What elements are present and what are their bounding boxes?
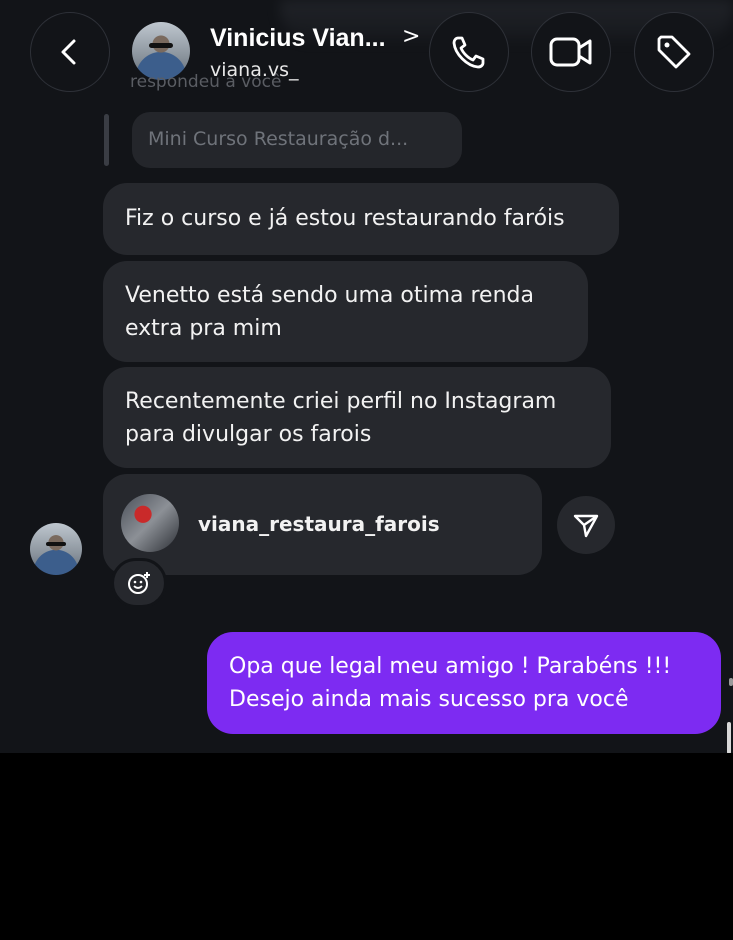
add-reaction-button[interactable] [111,558,167,608]
video-call-button[interactable] [531,12,611,92]
message-text: Opa que legal meu amigo ! Parabéns !!! [229,654,672,679]
message-text: para divulgar os farois [125,422,372,447]
video-camera-icon [549,37,592,67]
message-text: Fiz o curso e já estou restaurando farói… [125,206,565,231]
message-text: Venetto está sendo uma otima renda [125,283,534,308]
chat-area: Vinicius Vian... > viana.vs_ respondeu a… [0,0,733,753]
send-icon [573,514,599,538]
scrollbar-thumb[interactable] [727,722,731,753]
message-bubble[interactable]: Venetto está sendo uma otima renda extra… [103,261,588,362]
message-text: Recentemente criei perfil no Instagram [125,389,557,414]
phone-icon [452,36,485,69]
sent-message-bubble[interactable]: Opa que legal meu amigo ! Parabéns !!! D… [207,632,721,734]
tag-button[interactable] [634,12,714,92]
call-button[interactable] [429,12,509,92]
shared-profile-avatar [121,494,179,552]
chevron-left-icon [61,39,76,65]
reply-context-text: respondeu a você [130,72,282,92]
message-text: extra pra mim [125,316,282,341]
tag-icon [657,35,691,69]
forward-button[interactable] [557,496,615,554]
smiley-add-icon [128,572,150,594]
message-bubble[interactable]: Fiz o curso e já estou restaurando farói… [103,183,619,255]
scroll-indicator-dot [729,678,733,686]
message-bubble[interactable]: Recentemente criei perfil no Instagram p… [103,367,611,468]
message-text: Desejo ainda mais sucesso pra você [229,687,629,712]
sender-avatar[interactable] [30,523,82,575]
chevron-right-icon[interactable]: > [402,24,420,49]
back-button[interactable] [30,12,110,92]
shared-profile-card[interactable]: viana_restaura_farois [103,474,542,575]
reply-preview[interactable]: Mini Curso Restauração d... [132,112,462,168]
reply-indicator [104,114,109,166]
contact-name[interactable]: Vinicius Vian... [210,24,386,53]
shared-profile-name: viana_restaura_farois [198,512,440,536]
